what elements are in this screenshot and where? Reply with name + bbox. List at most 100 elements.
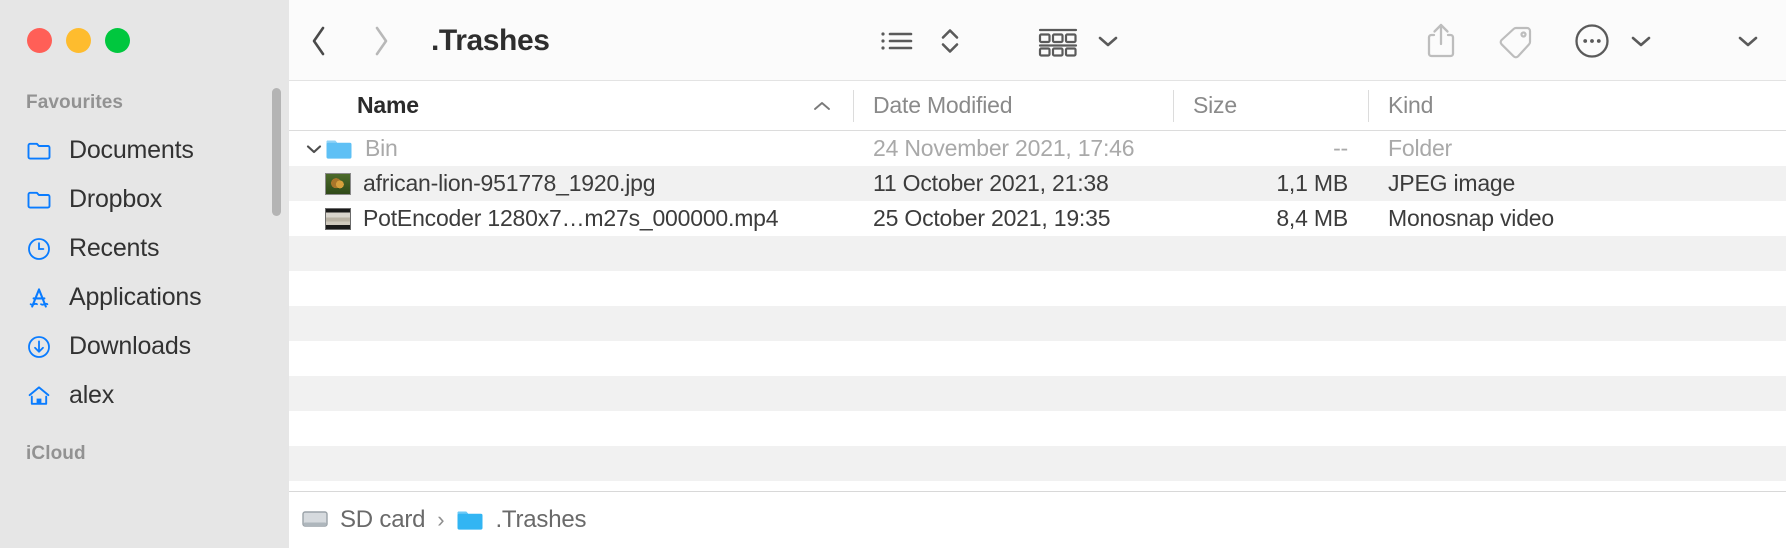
close-button[interactable] — [27, 28, 52, 53]
sd-card-drive-icon — [301, 508, 329, 532]
sidebar-item-documents[interactable]: Documents — [0, 126, 289, 175]
finder-window: Favourites Documents Dropbox Recents App… — [0, 0, 1786, 548]
column-label: Size — [1193, 92, 1237, 118]
file-name: Bin — [365, 135, 398, 161]
column-label: Kind — [1388, 92, 1434, 118]
window-controls — [27, 28, 130, 53]
share-button[interactable] — [1424, 21, 1458, 61]
sidebar-item-downloads[interactable]: Downloads — [0, 322, 289, 371]
more-controls — [1572, 0, 1652, 81]
toolbar: .Trashes — [289, 0, 1786, 81]
file-kind: JPEG image — [1388, 170, 1516, 196]
file-size: 8,4 MB — [1276, 205, 1348, 231]
empty-row — [289, 236, 1786, 271]
video-thumbnail — [325, 207, 351, 230]
column-divider — [1368, 89, 1369, 122]
content-area: .Trashes Name Date Modified Size Kind Bi… — [289, 0, 1786, 548]
file-name: PotEncoder 1280x7…m27s_000000.mp4 — [363, 205, 779, 231]
file-size: 1,1 MB — [1276, 170, 1348, 196]
empty-row — [289, 271, 1786, 306]
breadcrumb-label: SD card — [340, 506, 426, 533]
window-title: .Trashes — [431, 23, 550, 57]
breadcrumb-sd-card[interactable]: SD card — [301, 506, 425, 534]
table-row[interactable]: Bin 24 November 2021, 17:46 -- Folder — [289, 131, 1786, 166]
column-headers: Name Date Modified Size Kind — [289, 81, 1786, 131]
sidebar: Favourites Documents Dropbox Recents App… — [0, 0, 289, 548]
blue-folder-icon — [325, 137, 353, 161]
group-controls — [1037, 0, 1119, 81]
file-date: 24 November 2021, 17:46 — [873, 135, 1135, 161]
tags-wrap — [1494, 0, 1536, 81]
clock-icon — [26, 236, 52, 262]
sidebar-list: Documents Dropbox Recents Applications D… — [0, 126, 289, 420]
file-list: Bin 24 November 2021, 17:46 -- Folder af… — [289, 131, 1786, 491]
empty-row — [289, 411, 1786, 446]
file-name-cell: Bin — [289, 135, 853, 162]
path-bar: SD card › .Trashes — [289, 492, 1786, 548]
overflow-menu-chevron[interactable] — [1737, 33, 1759, 49]
sidebar-item-label: Applications — [69, 283, 202, 311]
sidebar-item-label: Documents — [69, 136, 194, 164]
maximize-button[interactable] — [105, 28, 130, 53]
column-divider — [1173, 89, 1174, 122]
home-icon — [26, 383, 52, 409]
column-header-kind[interactable]: Kind — [1368, 81, 1786, 131]
column-header-name[interactable]: Name — [289, 81, 853, 131]
overflow-wrap — [1737, 0, 1759, 81]
tag-button[interactable] — [1494, 21, 1536, 61]
sidebar-item-label: Recents — [69, 234, 160, 262]
breadcrumb-label: .Trashes — [495, 506, 587, 533]
blue-folder-icon — [456, 508, 484, 532]
navigation-buttons — [309, 0, 391, 81]
image-thumbnail — [325, 172, 351, 195]
sidebar-scrollbar[interactable] — [272, 88, 281, 216]
empty-row — [289, 376, 1786, 411]
minimize-button[interactable] — [66, 28, 91, 53]
sidebar-item-alex[interactable]: alex — [0, 371, 289, 420]
forward-button[interactable] — [371, 24, 391, 58]
sidebar-section-favourites: Favourites — [26, 92, 124, 113]
view-as-list-button[interactable] — [877, 26, 917, 56]
back-button[interactable] — [309, 24, 329, 58]
breadcrumb-trashes[interactable]: .Trashes — [456, 506, 587, 534]
empty-row — [289, 341, 1786, 376]
applications-icon — [26, 285, 52, 311]
column-header-size[interactable]: Size — [1173, 81, 1368, 131]
sidebar-item-label: Downloads — [69, 332, 191, 360]
column-header-date-modified[interactable]: Date Modified — [853, 81, 1173, 131]
sidebar-item-recents[interactable]: Recents — [0, 224, 289, 273]
view-controls — [877, 0, 961, 81]
group-by-button[interactable] — [1037, 24, 1079, 58]
file-kind: Monosnap video — [1388, 205, 1554, 231]
sidebar-item-label: Dropbox — [69, 185, 163, 213]
folder-icon — [26, 138, 52, 164]
more-menu-chevron[interactable] — [1630, 33, 1652, 49]
sidebar-section-icloud: iCloud — [26, 443, 86, 464]
disclosure-triangle-icon[interactable] — [303, 138, 325, 160]
more-actions-button[interactable] — [1572, 21, 1612, 61]
folder-icon — [26, 187, 52, 213]
table-row[interactable]: african-lion-951778_1920.jpg 11 October … — [289, 166, 1786, 201]
sidebar-item-label: alex — [69, 381, 115, 409]
share-wrap — [1424, 0, 1458, 81]
download-circle-icon — [26, 334, 52, 360]
file-name-cell: PotEncoder 1280x7…m27s_000000.mp4 — [289, 205, 853, 232]
sidebar-item-dropbox[interactable]: Dropbox — [0, 175, 289, 224]
file-name-cell: african-lion-951778_1920.jpg — [289, 170, 853, 197]
sort-ascending-icon — [813, 100, 831, 112]
file-kind: Folder — [1388, 135, 1452, 161]
file-size: -- — [1333, 135, 1348, 161]
view-stepper-button[interactable] — [939, 24, 961, 58]
breadcrumb-separator: › — [437, 507, 445, 532]
empty-row — [289, 306, 1786, 341]
file-date: 11 October 2021, 21:38 — [873, 170, 1109, 196]
column-divider — [853, 89, 854, 122]
column-label: Name — [357, 92, 419, 118]
sidebar-item-applications[interactable]: Applications — [0, 273, 289, 322]
empty-row — [289, 446, 1786, 481]
column-label: Date Modified — [873, 92, 1013, 118]
group-by-menu-chevron[interactable] — [1097, 33, 1119, 49]
file-date: 25 October 2021, 19:35 — [873, 205, 1111, 231]
file-name: african-lion-951778_1920.jpg — [363, 170, 656, 196]
table-row[interactable]: PotEncoder 1280x7…m27s_000000.mp4 25 Oct… — [289, 201, 1786, 236]
